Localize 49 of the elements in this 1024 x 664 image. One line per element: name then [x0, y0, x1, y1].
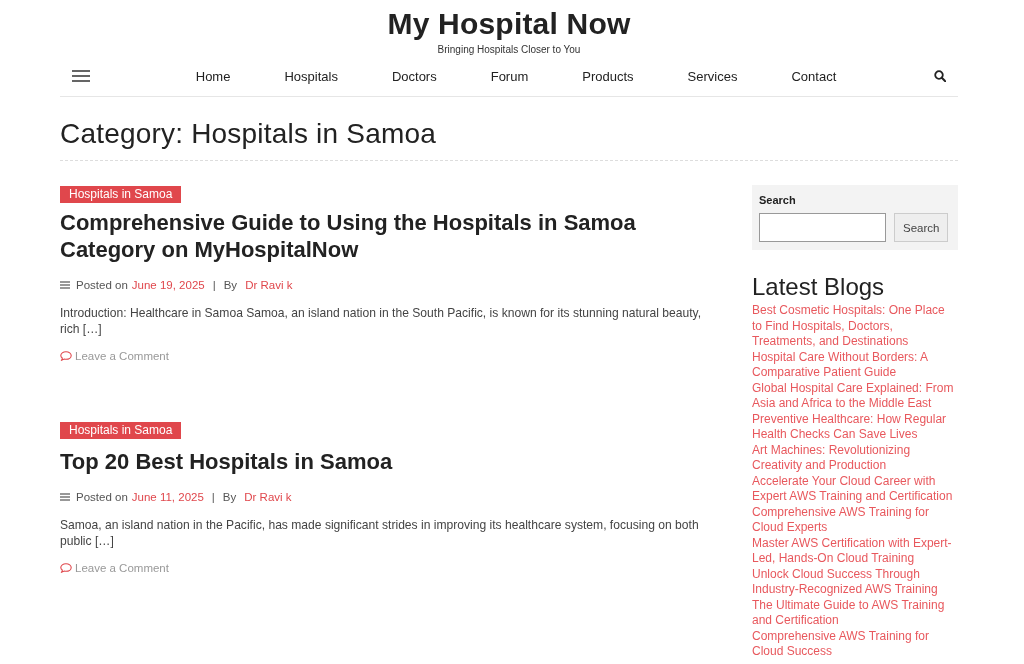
search-label: Search [759, 193, 797, 207]
blog-link[interactable]: Art Machines: Revolutionizing Creativity and Production [752, 442, 956, 474]
meta-separator: | [212, 278, 216, 293]
author-link[interactable]: Dr Ravi k [244, 489, 292, 505]
by-label: By [223, 278, 238, 293]
post-title[interactable]: Comprehensive Guide to Using the Hospitals in Samoa Category on MyHospitalNow [60, 209, 670, 263]
speech-bubble-icon [60, 351, 72, 361]
blog-link[interactable]: Best Cosmetic Hospitals: One Place to Find Hospitals, Doctors, Treatments, and Destinations [752, 303, 956, 350]
blog-link[interactable]: Accelerate Your Cloud Career with Expert AWS Training and Certification [752, 473, 956, 505]
menu-icon[interactable] [72, 70, 90, 82]
nav-link[interactable]: Services [660, 68, 765, 84]
blog-link[interactable]: The Ultimate Guide to AWS Training and Certification [752, 597, 956, 629]
author-link[interactable]: Dr Ravi k [245, 277, 293, 293]
blog-link[interactable]: Unlock Cloud Success Through Industry-Recognized AWS Training [752, 566, 956, 598]
nav-link[interactable]: Hospitals [257, 68, 365, 84]
meta-separator: | [211, 490, 215, 505]
blog-link[interactable]: Master AWS Certification with Expert-Led, Hands-On Cloud Training [752, 535, 956, 567]
search-button[interactable]: Search [894, 213, 949, 242]
speech-bubble-icon [60, 563, 72, 573]
blog-link[interactable]: Global Hospital Care Explained: From Asia and Africa to the Middle East [752, 380, 956, 412]
nav-link[interactable]: Contact [764, 68, 864, 84]
posted-label: Posted on [76, 278, 128, 293]
lines-icon [60, 493, 70, 501]
comment-link[interactable]: Leave a Comment [60, 348, 169, 364]
date-link[interactable]: June 11, 2025 [131, 489, 204, 505]
blog-link[interactable]: Comprehensive AWS Training for Cloud Experts [752, 504, 956, 536]
date-link[interactable]: June 19, 2025 [131, 277, 205, 293]
search-field[interactable] [759, 213, 886, 242]
post-excerpt: Samoa, an island nation in the Pacific, has made significant strides in improving its healthcare system, focusing on both public […] [60, 517, 700, 549]
posted-label: Posted on [76, 490, 128, 505]
nav-link[interactable]: Forum [463, 68, 556, 84]
widget-heading: Latest Blogs [752, 272, 886, 302]
nav-link[interactable]: Products [555, 68, 661, 84]
nav-link[interactable]: Home [168, 68, 258, 84]
by-label: By [222, 490, 237, 505]
page-title: Category: Hospitals in Samoa [60, 97, 958, 161]
post-title[interactable]: Top 20 Best Hospitals in Samoa [60, 448, 670, 475]
post-excerpt: Introduction: Healthcare in Samoa Samoa, an island nation in the South Pacific, is known for its stunning natural beauty, rich […] [60, 305, 703, 337]
blog-link[interactable]: Comprehensive AWS Training for Cloud Success [752, 628, 956, 660]
lines-icon [60, 281, 70, 289]
site-title[interactable]: My Hospital Now [387, 6, 631, 42]
comment-link[interactable]: Leave a Comment [60, 560, 169, 576]
nav-link[interactable]: Doctors [364, 68, 464, 84]
blog-link[interactable]: Hospital Care Without Borders: A Comparative Patient Guide [752, 349, 956, 381]
category-tag[interactable]: Hospitals in Samoa [60, 422, 182, 439]
blog-link[interactable]: Preventive Healthcare: How Regular Health Checks Can Save Lives [752, 411, 956, 443]
search-icon[interactable] [934, 70, 946, 82]
site-tagline: Bringing Hospitals Closer to You [437, 43, 581, 56]
category-tag[interactable]: Hospitals in Samoa [60, 186, 182, 203]
